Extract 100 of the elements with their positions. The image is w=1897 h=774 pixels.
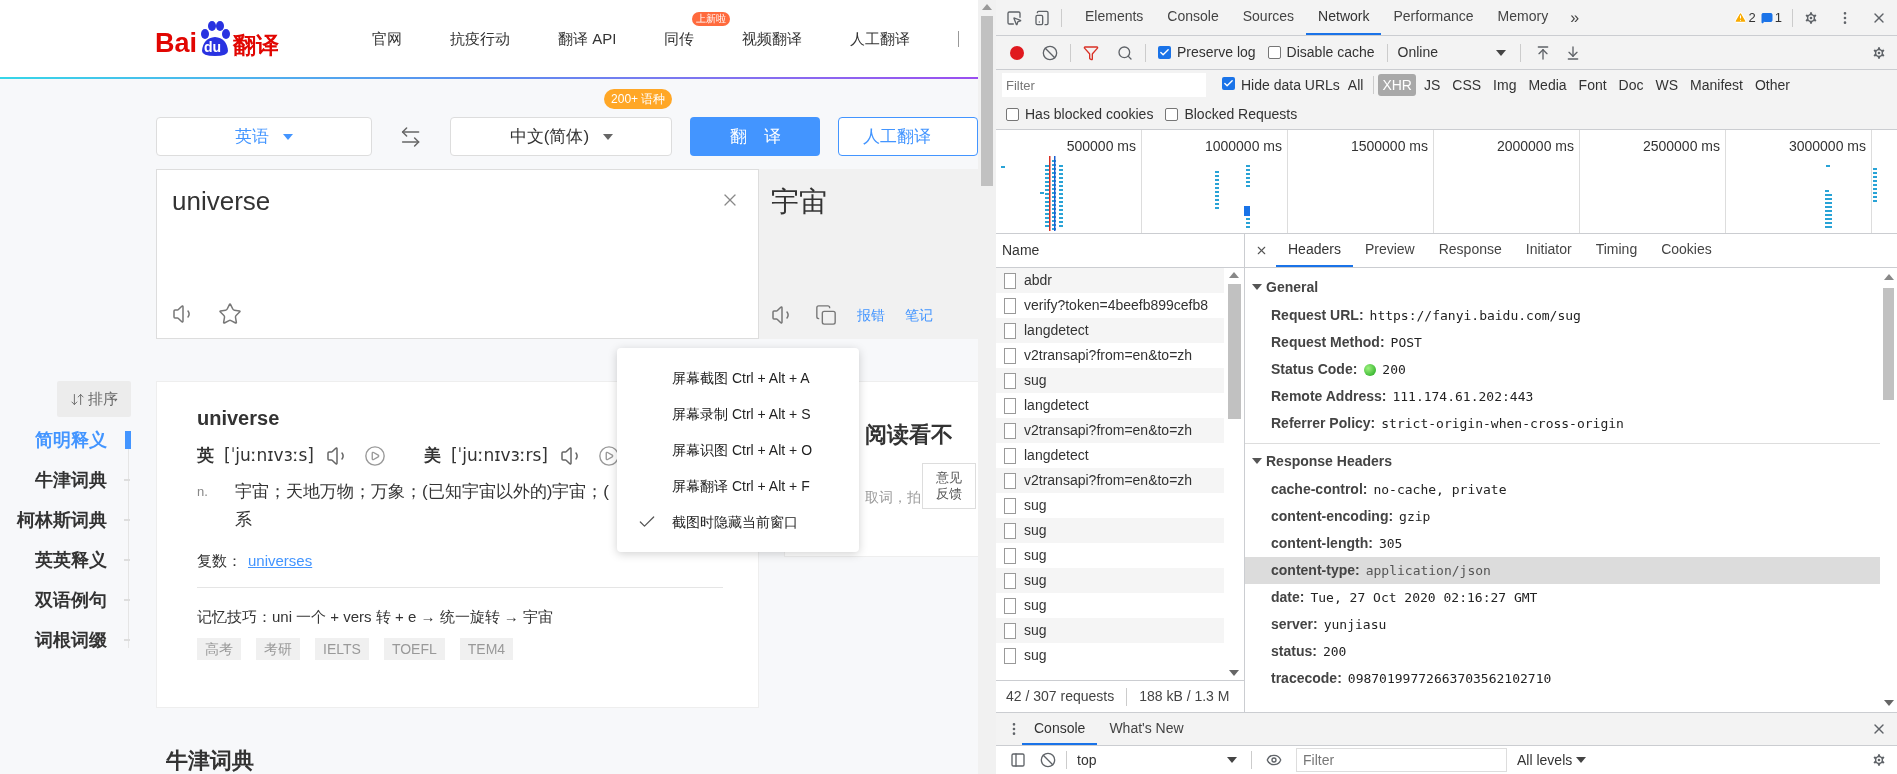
replay-icon[interactable] — [597, 445, 620, 467]
device-toolbar-icon[interactable] — [1034, 9, 1050, 26]
request-row[interactable]: sug — [996, 568, 1224, 593]
scrollbar-thumb[interactable] — [981, 16, 993, 186]
header-value: yunjiasu — [1323, 615, 1387, 634]
type-filter-button[interactable]: Media — [1524, 74, 1571, 96]
type-filter-button[interactable]: Other — [1751, 74, 1794, 96]
clear-icon[interactable] — [1042, 44, 1058, 61]
nav-link[interactable]: 同传 — [664, 29, 695, 47]
request-row[interactable]: sug — [996, 618, 1224, 643]
replay-icon[interactable] — [363, 445, 386, 467]
request-row[interactable]: sug — [996, 368, 1224, 393]
console-filter-field[interactable]: Filter — [1296, 748, 1507, 772]
drawer-tab[interactable]: Console — [1022, 713, 1098, 745]
definition: 宇宙；天地万物；万象；(已知宇宙以外的)宇宙；( — [235, 481, 609, 503]
feedback-button[interactable]: 意见反馈 — [922, 463, 976, 509]
message-icon[interactable] — [1760, 11, 1773, 24]
header-value: 09870199772663703562102710 — [1347, 669, 1552, 688]
request-row[interactable]: sug — [996, 518, 1224, 543]
clear-icon[interactable] — [1040, 752, 1056, 768]
type-filter-button[interactable]: Img — [1489, 74, 1521, 96]
drawer-tab[interactable]: What's New — [1097, 713, 1196, 745]
checkbox[interactable] — [1158, 46, 1171, 59]
menu-item[interactable]: 屏幕识图 Ctrl + Alt + O — [617, 432, 859, 468]
type-filter-button[interactable]: WS — [1651, 74, 1683, 96]
nav-link[interactable]: 人工翻译 — [850, 29, 911, 47]
checkbox[interactable] — [1006, 108, 1019, 121]
search-icon[interactable] — [1117, 44, 1133, 61]
type-filter-button[interactable]: Doc — [1614, 74, 1648, 96]
nav-link[interactable]: 抗疫行动 — [450, 29, 511, 47]
request-row[interactable]: v2transapi?from=en&to=zh — [996, 418, 1224, 443]
record-button[interactable] — [1010, 45, 1024, 60]
close-icon[interactable] — [1255, 244, 1268, 257]
file-icon — [1004, 347, 1016, 364]
filter-field[interactable]: Filter — [1002, 73, 1206, 97]
header-value: Tue, 27 Oct 2020 02:16:27 GMT — [1310, 588, 1538, 607]
scrollbar[interactable] — [978, 0, 996, 774]
source-text-area[interactable]: universe — [156, 169, 759, 339]
panel-tab[interactable]: Elements — [1073, 0, 1156, 35]
detail-tab[interactable]: Initiator — [1513, 234, 1584, 267]
nav-link[interactable]: 翻译 API — [558, 29, 617, 47]
scroll-up-icon — [982, 4, 992, 10]
detail-tab[interactable]: Preview — [1352, 234, 1427, 267]
sidebar-item[interactable]: 柯林斯词典 — [0, 500, 131, 540]
expand-triangle-icon — [1252, 284, 1262, 290]
checkbox[interactable] — [1267, 46, 1281, 59]
settings-icon[interactable] — [1803, 9, 1819, 26]
sidebar-item[interactable]: 牛津词典 — [0, 460, 131, 500]
panel-tab[interactable]: Sources — [1230, 0, 1307, 35]
scrollbar-thumb[interactable] — [1227, 284, 1241, 419]
context-select[interactable]: top — [1077, 749, 1237, 771]
sort-button[interactable]: 排序 — [57, 381, 131, 417]
checkbox-label[interactable]: Hide data URLs — [1241, 74, 1340, 96]
target-language-select[interactable]: 中文(简体) — [450, 117, 673, 156]
checkbox[interactable] — [1222, 77, 1235, 91]
checkbox-label[interactable]: Has blocked cookies — [1025, 104, 1154, 125]
detail-tab[interactable]: Cookies — [1649, 234, 1724, 267]
type-filter-button[interactable]: Manifest — [1686, 74, 1747, 96]
checkbox-label[interactable]: Preserve log — [1177, 42, 1256, 63]
nav-link[interactable]: 视频翻译 — [742, 29, 803, 47]
star-icon[interactable] — [218, 302, 242, 326]
detail-tab[interactable]: Headers — [1276, 234, 1353, 267]
request-row[interactable]: abdr — [996, 268, 1224, 293]
filter-icon[interactable] — [1083, 44, 1099, 61]
detail-tab[interactable]: Response — [1426, 234, 1514, 267]
sidebar-item[interactable]: 英英释义 — [0, 540, 131, 580]
type-filter-button[interactable]: All — [1343, 74, 1368, 96]
eye-icon[interactable] — [1266, 752, 1282, 768]
type-filter-button[interactable]: Font — [1574, 74, 1611, 96]
section-title[interactable]: General — [1266, 276, 1319, 298]
more-tabs-button[interactable]: » — [1570, 5, 1580, 30]
checkbox-label[interactable]: Blocked Requests — [1184, 104, 1298, 125]
request-row[interactable]: v2transapi?from=en&to=zh — [996, 468, 1224, 493]
menu-item[interactable]: 屏幕截图 Ctrl + Alt + A — [617, 360, 859, 396]
panel-tab[interactable]: Memory — [1485, 0, 1561, 35]
panel-tab[interactable]: Performance — [1381, 0, 1486, 35]
settings-icon[interactable] — [1871, 44, 1887, 61]
throttling-select[interactable]: Online — [1397, 42, 1506, 63]
checkbox-label[interactable]: Disable cache — [1286, 42, 1375, 63]
type-filter-button[interactable]: CSS — [1448, 74, 1486, 96]
inspect-icon[interactable] — [1006, 9, 1022, 26]
menu-item[interactable]: 截图时隐藏当前窗口 — [617, 504, 859, 540]
sidebar-item[interactable]: 双语例句 — [0, 580, 131, 620]
copy-icon[interactable] — [815, 304, 837, 326]
section-title[interactable]: Response Headers — [1266, 450, 1393, 472]
panel-tab[interactable]: Console — [1155, 0, 1231, 35]
sidebar-toggle-icon[interactable] — [1010, 752, 1026, 768]
warning-count[interactable]: 2 — [1748, 7, 1756, 28]
scrollbar-thumb[interactable] — [1883, 288, 1894, 400]
menu-item[interactable]: 屏幕翻译 Ctrl + Alt + F — [617, 468, 859, 504]
sidebar-item[interactable]: 词根词缀 — [0, 620, 131, 660]
checkbox[interactable] — [1165, 108, 1179, 121]
log-levels-select[interactable]: All levels — [1517, 749, 1587, 771]
detail-tab[interactable]: Timing — [1583, 234, 1650, 267]
type-filter-button[interactable]: JS — [1419, 74, 1445, 96]
request-row[interactable]: langdetect — [996, 318, 1224, 343]
message-count[interactable]: 1 — [1774, 7, 1782, 28]
nav-link[interactable]: 官网 — [372, 29, 403, 47]
menu-item[interactable]: 屏幕录制 Ctrl + Alt + S — [617, 396, 859, 432]
transfer-size: 188 kB / 1.3 M — [1139, 687, 1230, 706]
